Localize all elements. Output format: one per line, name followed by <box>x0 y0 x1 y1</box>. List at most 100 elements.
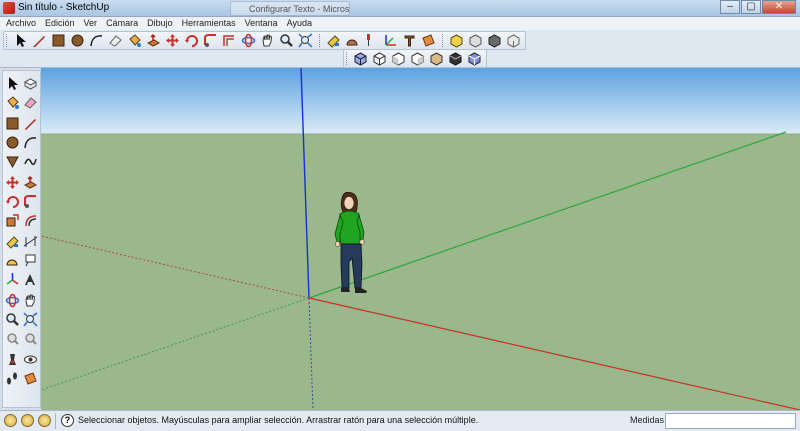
paint-bucket-icon[interactable] <box>126 32 143 49</box>
circle-icon[interactable] <box>69 32 86 49</box>
circle-icon[interactable] <box>4 133 21 151</box>
menu-dibujo[interactable]: Dibujo <box>147 17 173 30</box>
rectangle-icon[interactable] <box>50 32 67 49</box>
help-icon[interactable]: ? <box>61 414 74 427</box>
toolbar-grip[interactable] <box>442 34 445 47</box>
menu-camara[interactable]: Cámara <box>106 17 138 30</box>
rectangle-icon[interactable] <box>4 114 21 132</box>
group-icon[interactable] <box>467 32 484 49</box>
menu-ver[interactable]: Ver <box>84 17 98 30</box>
position-camera-icon[interactable] <box>4 350 21 368</box>
zoom-window-icon[interactable] <box>23 310 40 328</box>
credits-icon[interactable] <box>21 414 34 427</box>
window-title: Sin título - SketchUp <box>18 2 110 13</box>
front-view-icon[interactable] <box>390 50 407 67</box>
paint-bucket-icon[interactable] <box>4 93 21 111</box>
measurements-input[interactable] <box>665 413 796 429</box>
text-icon[interactable] <box>23 251 40 269</box>
tape-measure-icon[interactable] <box>4 232 21 250</box>
push-pull-icon[interactable] <box>23 173 40 191</box>
eraser-icon[interactable] <box>23 93 40 111</box>
orbit-icon[interactable] <box>4 291 21 309</box>
axes-icon[interactable] <box>382 32 399 49</box>
background-window-tab[interactable]: Configurar Texto - Micros... <box>230 1 350 16</box>
protractor-icon[interactable] <box>344 32 361 49</box>
toolbar-grip[interactable] <box>319 34 322 47</box>
green-axis <box>308 131 787 299</box>
green-axis-negative <box>41 297 310 391</box>
top-view-icon[interactable] <box>371 50 388 67</box>
views-toolbar <box>343 49 487 68</box>
axes-icon[interactable] <box>4 270 21 288</box>
materials-icon[interactable] <box>486 32 503 49</box>
pan-icon[interactable] <box>259 32 276 49</box>
zoom-icon[interactable] <box>4 310 21 328</box>
offset-icon[interactable] <box>23 211 40 229</box>
section-plane-icon[interactable] <box>420 32 437 49</box>
select-arrow-icon[interactable] <box>12 32 29 49</box>
tape-measure-icon[interactable] <box>325 32 342 49</box>
menu-bar: Archivo Edición Ver Cámara Dibujo Herram… <box>0 17 800 30</box>
left-view-icon[interactable] <box>447 50 464 67</box>
shaded-icon[interactable] <box>505 32 522 49</box>
menu-edicion[interactable]: Edición <box>45 17 75 30</box>
shaded-texture-icon[interactable] <box>466 50 483 67</box>
dimension-icon[interactable] <box>23 232 40 250</box>
geolocation-icon[interactable] <box>4 414 17 427</box>
large-tool-set <box>2 70 41 408</box>
arc-icon[interactable] <box>88 32 105 49</box>
polygon-icon[interactable] <box>4 152 21 170</box>
status-divider <box>55 413 56 429</box>
rotate-icon[interactable] <box>4 192 21 210</box>
drawing-viewport[interactable] <box>41 68 800 410</box>
component-icon[interactable] <box>23 74 40 92</box>
orbit-icon[interactable] <box>240 32 257 49</box>
menu-herramientas[interactable]: Herramientas <box>182 17 236 30</box>
text-icon[interactable] <box>363 32 380 49</box>
rotate-icon[interactable] <box>183 32 200 49</box>
protractor-icon[interactable] <box>4 251 21 269</box>
eraser-icon[interactable] <box>107 32 124 49</box>
toolbar-grip[interactable] <box>346 52 349 65</box>
back-view-icon[interactable] <box>428 50 445 67</box>
3d-text-icon[interactable] <box>23 270 40 288</box>
look-around-icon[interactable] <box>23 350 40 368</box>
component-icon[interactable] <box>448 32 465 49</box>
pan-icon[interactable] <box>23 291 40 309</box>
offset-icon[interactable] <box>221 32 238 49</box>
next-view-icon[interactable] <box>23 329 40 347</box>
red-axis <box>308 297 800 410</box>
scale-icon[interactable] <box>4 211 21 229</box>
follow-me-icon[interactable] <box>23 192 40 210</box>
maximize-button[interactable]: ▢ <box>741 0 761 14</box>
previous-view-icon[interactable] <box>4 329 21 347</box>
zoom-icon[interactable] <box>278 32 295 49</box>
red-axis-negative <box>41 235 310 299</box>
section-plane-icon[interactable] <box>23 369 40 387</box>
walk-icon[interactable] <box>4 369 21 387</box>
blue-axis <box>300 68 310 299</box>
scene-canvas <box>41 68 800 410</box>
pencil-line-icon[interactable] <box>31 32 48 49</box>
toolbar-grip[interactable] <box>6 34 9 47</box>
user-icon[interactable] <box>38 414 51 427</box>
follow-me-icon[interactable] <box>202 32 219 49</box>
menu-archivo[interactable]: Archivo <box>6 17 36 30</box>
3d-text-icon[interactable] <box>401 32 418 49</box>
zoom-extents-icon[interactable] <box>297 32 314 49</box>
select-icon[interactable] <box>4 74 21 92</box>
freehand-icon[interactable] <box>23 152 40 170</box>
menu-ayuda[interactable]: Ayuda <box>287 17 312 30</box>
status-bar: ? Seleccionar objetos. Mayúsculas para a… <box>0 410 800 431</box>
move-icon[interactable] <box>164 32 181 49</box>
right-view-icon[interactable] <box>409 50 426 67</box>
close-button[interactable]: ✕ <box>762 0 796 14</box>
push-pull-icon[interactable] <box>145 32 162 49</box>
line-icon[interactable] <box>23 114 40 132</box>
measurements-label: Medidas <box>630 415 665 425</box>
menu-ventana[interactable]: Ventana <box>245 17 278 30</box>
move-icon[interactable] <box>4 173 21 191</box>
minimize-button[interactable]: – <box>720 0 740 14</box>
arc-icon[interactable] <box>23 133 40 151</box>
iso-view-icon[interactable] <box>352 50 369 67</box>
